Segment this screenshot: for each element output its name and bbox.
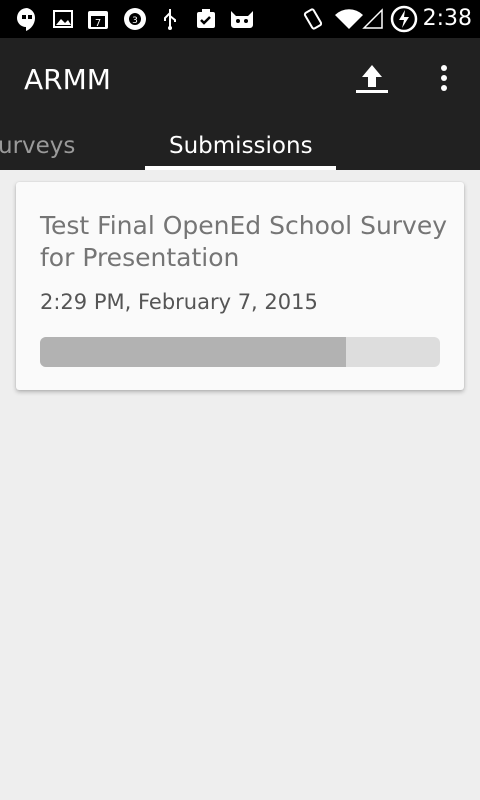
- vibrate-icon: [300, 6, 326, 32]
- status-bar: 7 3 2:38: [0, 0, 480, 38]
- battery-charging-icon: [390, 5, 418, 33]
- tab-submissions[interactable]: Submissions: [169, 122, 313, 170]
- usb-icon: [160, 6, 180, 32]
- cat-face-icon: [228, 6, 256, 32]
- hangouts-icon: [14, 6, 40, 32]
- upload-button[interactable]: [348, 56, 396, 104]
- status-time: 2:38: [422, 6, 472, 31]
- action-bar: ARMM: [0, 38, 480, 122]
- no-signal-icon: [362, 6, 384, 32]
- more-vert-icon: [440, 64, 448, 96]
- tab-bar: urveys Submissions: [0, 122, 480, 170]
- app-title: ARMM: [24, 63, 111, 96]
- image-icon: [52, 6, 74, 32]
- wifi-icon: [334, 6, 364, 32]
- svg-text:7: 7: [95, 18, 101, 29]
- progress-fill: [40, 337, 346, 367]
- submission-card[interactable]: Test Final OpenEd School Survey for Pres…: [16, 182, 464, 390]
- submission-progress-bar: [40, 337, 440, 367]
- tab-indicator: [145, 166, 336, 170]
- calendar-icon: 7: [86, 6, 110, 32]
- tab-surveys[interactable]: urveys: [0, 122, 75, 170]
- svg-text:3: 3: [132, 16, 138, 26]
- overflow-menu-button[interactable]: [420, 56, 468, 104]
- clipboard-check-icon: [194, 6, 218, 32]
- submission-date: 2:29 PM, February 7, 2015: [40, 290, 318, 314]
- upload-icon: [354, 61, 390, 99]
- settings-badge-icon: 3: [122, 6, 148, 32]
- submission-title: Test Final OpenEd School Survey for Pres…: [40, 211, 448, 272]
